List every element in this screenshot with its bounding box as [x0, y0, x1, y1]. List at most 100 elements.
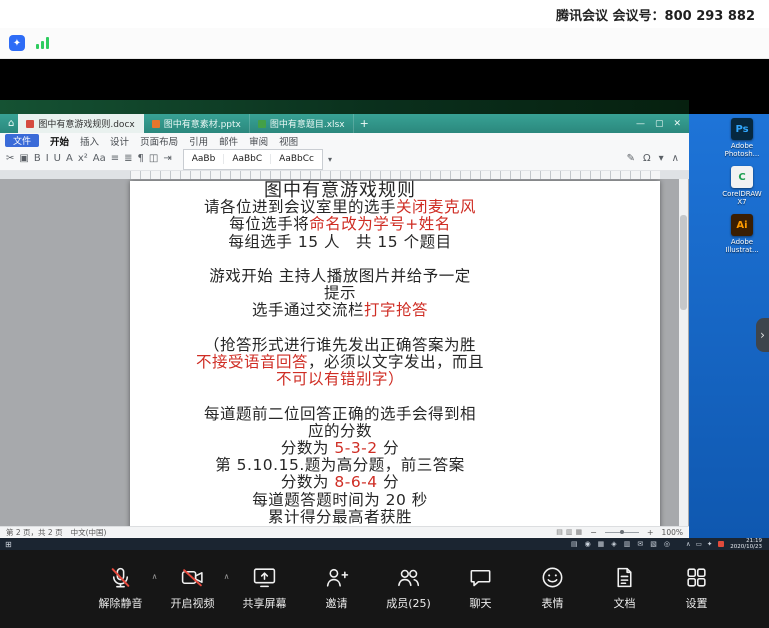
doc-tab-bar-tabs: 图中有意游戏规则.docx 图中有意素材.pptx 图中有意题目.xlsx: [18, 114, 353, 133]
new-tab-button[interactable]: +: [360, 117, 369, 130]
desktop-shortcut[interactable]: AiAdobe Illustrat...: [719, 214, 765, 254]
document-tab-label: 图中有意素材.pptx: [164, 117, 241, 130]
ribbon-tool-icon[interactable]: I: [46, 154, 49, 164]
windows-taskbar: ⊞ ▤ ◉ ▦ ◈ ▥ ✉ ▧ ◎ ∧ ▭ ✦ 21:19 2020/10/23: [0, 538, 769, 550]
view-mode-icon[interactable]: ▤: [556, 528, 563, 536]
ribbon-tool-icon[interactable]: ◫: [149, 154, 158, 164]
desktop-shortcut[interactable]: PsAdobe Photosh...: [719, 118, 765, 158]
word-window: ⌂ 图中有意游戏规则.docx图中有意素材.pptx图中有意题目.xlsx + …: [0, 114, 689, 538]
scrollbar-thumb[interactable]: [680, 215, 687, 310]
taskbar-app-icon[interactable]: ▧: [650, 540, 657, 548]
control-label: 表情: [542, 595, 564, 611]
doc-line: 选手通过交流栏打字抢答: [180, 302, 500, 319]
menu-item[interactable]: 插入: [80, 134, 99, 148]
document-text: 图中有意游戏规则请各位进到会议室里的选手关闭麦克风每位选手将命名改为学号+姓名每…: [180, 182, 500, 526]
ribbon-tool-icon[interactable]: ≣: [124, 154, 132, 164]
ribbon-tool-icon[interactable]: B: [34, 154, 41, 164]
taskbar-app-icon[interactable]: ▤: [571, 540, 578, 548]
ribbon-tool-icon[interactable]: U: [54, 154, 61, 164]
doc-text-segment: ，必须以文字发出，而且: [308, 353, 484, 371]
taskbar-app-icon[interactable]: ✉: [637, 540, 643, 548]
zoom-slider[interactable]: [605, 532, 639, 533]
minimize-icon[interactable]: —: [636, 119, 645, 129]
ribbon-tool-icon[interactable]: ⇥: [163, 154, 171, 164]
control-share-screen[interactable]: 共享屏幕: [241, 565, 289, 611]
ribbon-tool-icon[interactable]: ≡: [111, 154, 119, 164]
control-chat[interactable]: 聊天: [457, 565, 505, 611]
desktop-shortcut[interactable]: CCorelDRAW X7: [719, 166, 765, 206]
maximize-icon[interactable]: ▢: [655, 119, 664, 129]
ribbon-tool-icon[interactable]: x²: [78, 154, 88, 164]
menu-items: 开始插入设计页面布局引用邮件审阅视图: [50, 134, 298, 148]
doc-text-segment: 分数为: [281, 473, 334, 491]
menu-item[interactable]: 开始: [50, 134, 69, 148]
ribbon-tool-icon[interactable]: Ω: [643, 154, 651, 164]
vertical-scrollbar[interactable]: [679, 179, 688, 526]
taskbar-app-icon[interactable]: ◉: [585, 540, 591, 548]
close-icon[interactable]: ✕: [673, 119, 681, 129]
control-label: 聊天: [470, 595, 492, 611]
view-mode-icon[interactable]: ▥: [566, 528, 573, 536]
ribbon-tool-icon[interactable]: ▾: [659, 154, 664, 164]
start-button[interactable]: ⊞: [5, 540, 12, 549]
doc-line: （抢答形式进行谁先发出正确答案为胜: [180, 337, 500, 354]
taskbar-app-icon[interactable]: ◎: [664, 540, 670, 548]
doc-line: 图中有意游戏规则: [180, 182, 500, 199]
taskbar-app-icon[interactable]: ▦: [598, 540, 605, 548]
doc-line: [180, 251, 500, 268]
ribbon-tool-icon[interactable]: ¶: [138, 154, 144, 164]
doc-line: 每组选手 15 人 共 15 个题目: [180, 234, 500, 251]
doc-text-segment: 累计得分最高者获胜: [268, 508, 412, 526]
control-docs[interactable]: 文档: [601, 565, 649, 611]
desktop-shortcut-label: Adobe Illustrat...: [719, 238, 765, 254]
control-invite[interactable]: 邀请: [313, 565, 361, 611]
home-icon[interactable]: ⌂: [8, 118, 14, 129]
signal-bars-icon[interactable]: [36, 37, 49, 49]
taskbar-clock[interactable]: 21:19 2020/10/23: [730, 538, 762, 550]
document-tab[interactable]: 图中有意素材.pptx: [144, 114, 250, 133]
ribbon-tool-icon[interactable]: Aa: [93, 154, 106, 164]
doc-text-segment: 8-6-4: [334, 473, 377, 491]
tray-icon[interactable]: ∧: [686, 540, 691, 548]
style-preview[interactable]: AaBbC: [224, 154, 271, 164]
document-tab[interactable]: 图中有意题目.xlsx: [250, 114, 354, 133]
chevron-up-icon[interactable]: ∧: [152, 572, 158, 581]
document-tab[interactable]: 图中有意游戏规则.docx: [18, 114, 143, 133]
desktop-icons: PsAdobe Photosh... CCorelDRAW X7 AiAdobe I…: [689, 114, 769, 254]
document-page[interactable]: 图中有意游戏规则请各位进到会议室里的选手关闭麦克风每位选手将命名改为学号+姓名每…: [130, 181, 660, 526]
ribbon-tool-icon[interactable]: ▣: [19, 154, 28, 164]
control-settings[interactable]: 设置: [673, 565, 721, 611]
taskbar-app-icon[interactable]: ▥: [624, 540, 631, 548]
menu-item[interactable]: 设计: [110, 134, 129, 148]
menu-item[interactable]: 视图: [279, 134, 298, 148]
control-members[interactable]: 成员(25): [385, 565, 433, 611]
control-mic-off[interactable]: 解除静音∧: [97, 565, 145, 611]
zoom-in-button[interactable]: +: [647, 528, 654, 537]
ribbon-tool-icon[interactable]: ✂: [6, 154, 14, 164]
ribbon-tool-icon[interactable]: ✎: [627, 154, 635, 164]
menu-item[interactable]: 页面布局: [140, 134, 178, 148]
style-preview[interactable]: AaBbCc: [271, 154, 322, 164]
view-mode-icons: ▤▥▦: [556, 528, 582, 536]
control-emoji[interactable]: 表情: [529, 565, 577, 611]
document-tab-label: 图中有意题目.xlsx: [270, 117, 345, 130]
ribbon-tool-icon[interactable]: ∧: [672, 154, 679, 164]
tray-icon[interactable]: ▭: [696, 540, 702, 548]
menu-item[interactable]: 引用: [189, 134, 208, 148]
tray-icon[interactable]: ✦: [707, 540, 712, 548]
ribbon-tool-icon[interactable]: A: [66, 154, 73, 164]
zoom-out-button[interactable]: −: [590, 528, 597, 537]
menu-item[interactable]: 邮件: [219, 134, 238, 148]
panel-toggle-button[interactable]: ›: [756, 318, 769, 352]
shield-icon[interactable]: ✦: [9, 35, 25, 51]
taskbar-app-icon[interactable]: ◈: [611, 540, 616, 548]
menu-item[interactable]: 审阅: [249, 134, 268, 148]
toolbar-strip: ✦: [0, 28, 769, 59]
doc-line: 不接受语音回答，必须以文字发出，而且: [180, 354, 500, 371]
control-camera-off[interactable]: 开启视频∧: [169, 565, 217, 611]
chevron-up-icon[interactable]: ∧: [224, 572, 230, 581]
gallery-dropdown-icon[interactable]: ▾: [328, 155, 332, 164]
view-mode-icon[interactable]: ▦: [576, 528, 583, 536]
style-preview[interactable]: AaBb: [184, 154, 225, 164]
file-menu-button[interactable]: 文件: [5, 134, 39, 147]
